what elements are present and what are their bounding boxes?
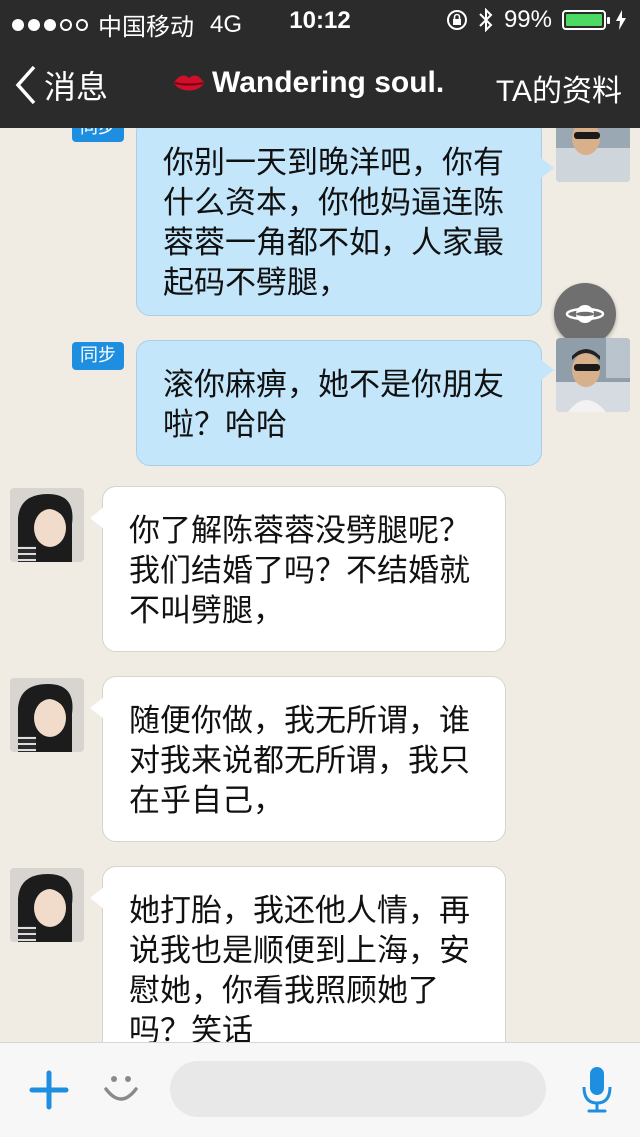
- message-bubble[interactable]: 你了解陈蓉蓉没劈腿呢？我们结婚了吗？不结婚就不叫劈腿，: [90, 486, 506, 652]
- conversation-title: Wandering soul.: [172, 66, 444, 100]
- input-bar: [0, 1042, 640, 1137]
- message-text: 滚你麻痹，她不是你朋友啦？哈哈: [163, 367, 504, 443]
- message-text: 你了解陈蓉蓉没劈腿呢？我们结婚了吗？不结婚就不叫劈腿，: [129, 513, 470, 629]
- navigation-bar: 消息 Wandering soul. TA的资料: [0, 40, 640, 128]
- message-bubble[interactable]: 她打胎，我还他人情，再说我也是顺便到上海，安慰她，你看我照顾她了吗？笑话: [90, 866, 506, 1042]
- back-chevron-icon: [15, 65, 36, 105]
- message-bubble[interactable]: 你别一天到晚洋吧，你有什么资本，你他妈逼连陈蓉蓉一角都不如，人家最起码不劈腿，: [136, 128, 554, 316]
- status-right: 99%: [446, 6, 626, 34]
- message-bubble[interactable]: 滚你麻痹，她不是你朋友啦？哈哈: [136, 340, 554, 466]
- battery-fill: [566, 14, 602, 26]
- message-text: 随便你做，我无所谓，谁对我来说都无所谓，我只在乎自己，: [129, 703, 470, 819]
- back-button[interactable]: 消息: [14, 62, 108, 108]
- sync-badge: 同步: [72, 128, 124, 142]
- message-input[interactable]: [170, 1061, 546, 1117]
- lips-icon: [174, 75, 204, 91]
- avatar-self[interactable]: [556, 128, 630, 182]
- profile-button[interactable]: TA的资料: [496, 66, 622, 110]
- avatar-contact[interactable]: [10, 678, 84, 752]
- avatar-self[interactable]: [556, 338, 630, 412]
- avatar-contact[interactable]: [10, 488, 84, 562]
- bubble-tail: [90, 887, 104, 909]
- bubble-tail: [540, 359, 554, 381]
- sync-badge: 同步: [72, 342, 124, 370]
- status-bar: 中国移动 4G 10:12 99%: [0, 0, 640, 41]
- chat-area[interactable]: 同步 你别一天到晚洋吧，你有什么资本，你他妈逼连陈蓉蓉一角都不如，人家最起码不劈…: [0, 128, 640, 1042]
- bubble-tail: [90, 697, 104, 719]
- back-label: 消息: [44, 69, 109, 105]
- message-text: 你别一天到晚洋吧，你有什么资本，你他妈逼连陈蓉蓉一角都不如，人家最起码不劈腿，: [163, 145, 504, 301]
- microphone-icon[interactable]: [580, 1065, 614, 1115]
- rotation-lock-icon: [446, 10, 467, 30]
- bubble-tail: [540, 157, 554, 179]
- battery-percent: 99%: [503, 6, 552, 33]
- battery-icon: [562, 10, 610, 30]
- avatar-contact[interactable]: [10, 868, 84, 942]
- bluetooth-icon: [479, 7, 493, 33]
- title-text: Wandering soul.: [212, 66, 445, 99]
- bubble-tail: [90, 507, 104, 529]
- charging-icon: [616, 10, 626, 30]
- message-bubble[interactable]: 随便你做，我无所谓，谁对我来说都无所谓，我只在乎自己，: [90, 676, 506, 842]
- floating-action-button[interactable]: [554, 283, 616, 345]
- message-text: 她打胎，我还他人情，再说我也是顺便到上海，安慰她，你看我照顾她了吗？笑话: [129, 893, 470, 1042]
- plus-icon[interactable]: [26, 1067, 72, 1113]
- smiley-icon[interactable]: [100, 1069, 142, 1111]
- planet-icon: [565, 305, 605, 323]
